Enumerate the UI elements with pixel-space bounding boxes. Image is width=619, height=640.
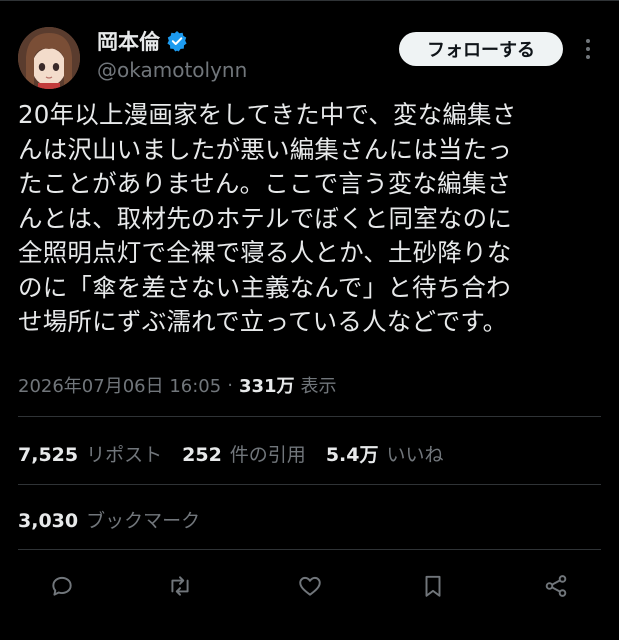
tweet-line: んは沢山いましたが悪い編集さんには当たっ <box>18 134 512 164</box>
like-stat[interactable]: 5.4万 いいね <box>326 440 444 467</box>
display-name[interactable]: 岡本倫 <box>97 26 160 56</box>
follow-button[interactable]: フォローする <box>399 32 563 66</box>
more-options-icon[interactable] <box>580 36 596 62</box>
repost-label: リポスト <box>86 444 163 466</box>
divider <box>18 416 601 417</box>
divider <box>18 549 601 550</box>
top-divider <box>0 0 619 1</box>
bookmark-stat[interactable]: 3,030 ブックマーク <box>18 506 220 533</box>
bookmark-icon[interactable] <box>418 571 448 601</box>
meta-separator: · <box>227 374 233 396</box>
tweet-line: 全照明点灯で全裸で寝る人とか、土砂降りな <box>18 238 512 267</box>
reply-icon[interactable] <box>47 571 77 601</box>
bookmark-count: 3,030 <box>18 510 79 532</box>
view-count-label: 表示 <box>300 376 337 397</box>
tweet-line: んとは、取材先のホテルでぼくと同室なのに <box>18 203 512 233</box>
like-count: 5.4万 <box>325 444 379 466</box>
repost-stat[interactable]: 7,525 リポスト <box>18 440 162 467</box>
quote-stat[interactable]: 252 件の引用 <box>182 440 306 467</box>
tweet-page: 岡本倫 @okamotolynn フォローする 20年以上漫画家をしてきた中で、… <box>0 0 619 640</box>
like-label: いいね <box>386 444 444 466</box>
divider <box>18 484 601 485</box>
repost-icon[interactable] <box>165 571 195 601</box>
tweet-line: たことがありません。ここで言う変な編集さ <box>18 169 512 198</box>
tweet-text: 20年以上漫画家をしてきた中で、変な編集さ んは沢山いましたが悪い編集さんには当… <box>18 98 608 340</box>
tweet-line: せ場所にずぶ濡れで立っている人などです。 <box>18 307 508 336</box>
tweet-meta: 2026年07月06日 16:05 · 331万 表示 <box>18 372 337 398</box>
verified-badge-icon <box>166 30 188 52</box>
user-handle[interactable]: @okamotolynn <box>97 58 247 82</box>
tweet-timestamp[interactable]: 2026年07月06日 16:05 <box>18 372 221 398</box>
bookmark-label: ブックマーク <box>86 510 201 532</box>
tweet-line: のに「傘を差さない主義なんで」と待ち合わ <box>18 272 511 302</box>
view-count: 331万 <box>238 376 295 397</box>
user-name-row: 岡本倫 <box>97 26 188 56</box>
share-icon[interactable] <box>541 571 571 601</box>
quote-count: 252 <box>182 444 222 466</box>
tweet-line: 20年以上漫画家をしてきた中で、変な編集さ <box>18 100 517 129</box>
repost-count: 7,525 <box>18 444 79 466</box>
like-icon[interactable] <box>295 571 325 601</box>
quote-label: 件の引用 <box>229 444 306 466</box>
engagement-stats: 7,525 リポスト 252 件の引用 5.4万 いいね <box>18 440 464 467</box>
avatar[interactable] <box>18 27 80 89</box>
